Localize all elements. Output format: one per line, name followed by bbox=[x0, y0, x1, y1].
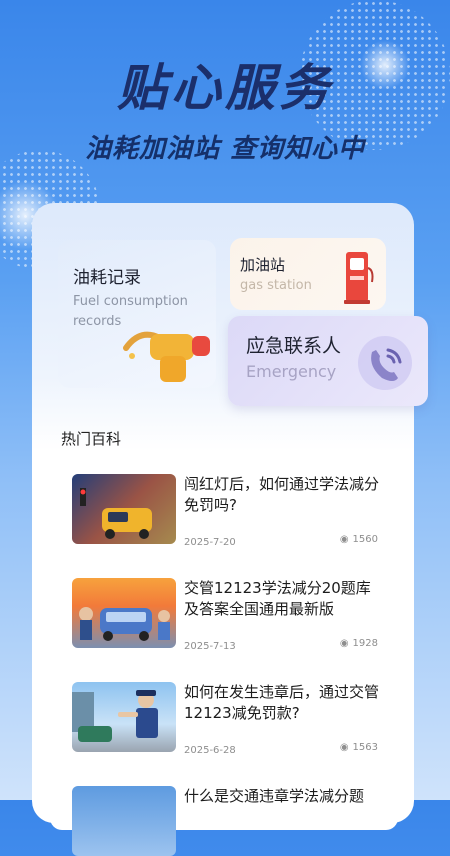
fuel-nozzle-icon bbox=[120, 318, 220, 390]
hero-subtitle: 油耗加油站 查询知心中 bbox=[84, 134, 366, 164]
eye-icon: ◉ bbox=[339, 638, 349, 649]
article-date: 2025-7-20 bbox=[184, 537, 236, 548]
article-thumbnail bbox=[72, 578, 176, 648]
article-views: ◉ 1563 bbox=[340, 742, 378, 753]
article-view-count: 1928 bbox=[352, 638, 378, 649]
article-item[interactable]: 什么是交通违章学法减分题 bbox=[50, 770, 398, 856]
article-item[interactable]: 交管12123学法减分20题库及答案全国通用最新版 2025-7-13 ◉ 19… bbox=[50, 562, 398, 658]
article-thumbnail bbox=[72, 786, 176, 856]
fuel-records-subtitle-line2: records bbox=[73, 314, 122, 329]
article-date: 2025-7-13 bbox=[184, 641, 236, 652]
fuel-records-title: 油耗记录 bbox=[73, 268, 141, 288]
eye-icon: ◉ bbox=[339, 534, 349, 545]
article-thumbnail bbox=[72, 682, 176, 752]
article-view-count: 1563 bbox=[352, 742, 378, 753]
article-view-count: 1560 bbox=[352, 534, 378, 545]
article-title: 闯红灯后，如何通过学法减分免罚吗? bbox=[184, 475, 380, 514]
eye-icon: ◉ bbox=[339, 742, 349, 753]
article-title: 什么是交通违章学法减分题 bbox=[184, 787, 365, 805]
emergency-contact-title: 应急联系人 bbox=[246, 335, 342, 357]
article-item[interactable]: 如何在发生违章后，通过交管12123减免罚款? 2025-6-28 ◉ 1563 bbox=[50, 666, 398, 762]
article-views: ◉ 1560 bbox=[340, 534, 378, 545]
hero-title: 贴心服务 bbox=[117, 59, 333, 117]
fuel-records-subtitle-line1: Fuel consumption bbox=[73, 294, 188, 309]
phone-icon bbox=[354, 332, 416, 394]
article-views: ◉ 1928 bbox=[340, 638, 378, 649]
section-title-encyclopedia: 热门百科 bbox=[61, 430, 122, 448]
gas-pump-icon bbox=[342, 248, 376, 306]
article-date: 2025-6-28 bbox=[184, 745, 236, 756]
article-item[interactable]: 闯红灯后，如何通过学法减分免罚吗? 2025-7-20 ◉ 1560 bbox=[50, 458, 398, 554]
emergency-contact-subtitle: Emergency bbox=[246, 362, 337, 381]
article-title: 如何在发生违章后，通过交管12123减免罚款? bbox=[184, 683, 380, 722]
gas-station-title: 加油站 bbox=[240, 256, 286, 274]
gas-station-subtitle: gas station bbox=[240, 278, 312, 293]
article-thumbnail bbox=[72, 474, 176, 544]
article-title: 交管12123学法减分20题库及答案全国通用最新版 bbox=[184, 579, 371, 618]
